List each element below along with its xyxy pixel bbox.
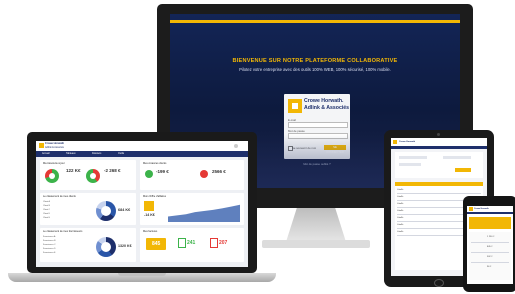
monitor-stand-neck [286, 208, 346, 242]
list-item: Client C [43, 209, 51, 211]
list-item: Fournisseur E [43, 252, 56, 254]
avatar[interactable] [234, 144, 238, 148]
card-title: Le classement de mes clients [43, 195, 76, 198]
table-header [395, 182, 483, 186]
tablet-home-button[interactable] [434, 279, 444, 287]
tablet-camera [437, 133, 440, 136]
trend-up-icon [145, 170, 153, 178]
tablet-header: Crowe Horwath [391, 138, 487, 146]
list-item: Client E [43, 217, 51, 219]
brand-name: Crowe Horwath [474, 207, 489, 210]
brand-subname: Adlink & Associés [304, 105, 350, 111]
receivables-value: -199 € [156, 169, 169, 174]
brand-logo-icon [39, 143, 44, 148]
list-item: Fournisseur A [43, 236, 56, 238]
monitor-stand-base [262, 240, 370, 248]
revenue-card[interactable]: Mon chiffre d'affaires -14 K€ [140, 193, 244, 225]
customers-card[interactable]: Le classement de mes clients Client A Cl… [40, 193, 136, 225]
laptop-dashboard-screen: Crowe Horwath Adlink & Associés Accueil … [36, 141, 248, 267]
brand-logo-icon [288, 99, 302, 113]
filter-field[interactable] [399, 163, 421, 166]
row-divider [471, 262, 509, 263]
phone-list: 1 250 € 845 € 302 € 96 € [469, 232, 511, 280]
list-item: Client B [43, 205, 51, 207]
treasury-variation: -2 268 € [104, 168, 121, 173]
donut-hole [101, 206, 111, 216]
invoice-count-1: 845 [152, 241, 161, 247]
treasury-value: 122 K€ [66, 168, 81, 173]
treasury-card[interactable]: Ma trésorerie à jour 122 K€ -2 268 € [40, 160, 136, 190]
row-divider [397, 193, 481, 194]
donut-hole [90, 173, 96, 179]
customers-total: 684 K€ [118, 208, 131, 212]
invoice-count-3: 207 [219, 240, 228, 246]
filter-apply-button[interactable] [455, 168, 471, 172]
table-row: Libellé [397, 196, 404, 198]
accent-top-bar [170, 20, 460, 23]
card-title: Mon chiffre d'affaires [143, 195, 167, 198]
donut-hole [49, 173, 55, 179]
row-divider [471, 242, 509, 243]
invoices-card[interactable]: Mes factures 845 241 207 [140, 228, 244, 262]
nav-item-tools[interactable]: Outils [118, 152, 124, 155]
table-row: Libellé [397, 224, 404, 226]
table-row: Libellé [397, 217, 404, 219]
revenue-icon [144, 201, 154, 211]
table-row: Libellé [397, 210, 404, 212]
list-item: Client D [43, 213, 51, 215]
email-field[interactable] [288, 122, 348, 128]
main-nav: Accueil Tableaux Dossiers Outils [36, 151, 248, 157]
revenue-area [168, 204, 240, 222]
receivables-late-value: 2566 € [212, 169, 226, 174]
card-title: Mes factures [143, 230, 158, 233]
list-value: 302 € [487, 256, 493, 258]
list-item: Fournisseur B [43, 240, 56, 242]
nav-item-home[interactable]: Accueil [42, 152, 50, 155]
nav-item-dashboards[interactable]: Tableaux [66, 152, 76, 155]
row-divider [471, 252, 509, 253]
document-check-icon [178, 238, 186, 248]
list-value: 1 250 € [487, 236, 495, 238]
laptop-opening-notch [118, 273, 166, 276]
list-value: 845 € [487, 246, 493, 248]
brand-name: Crowe Horwath [399, 140, 416, 143]
dashboard-header: Crowe Horwath Adlink & Associés [36, 141, 248, 151]
card-title: Mes créances clients [143, 162, 167, 165]
tablet-filter-panel [395, 152, 483, 178]
card-title: Le classement de mes fournisseurs [43, 230, 83, 233]
brand-logo-icon [469, 207, 473, 211]
document-alert-icon [210, 238, 218, 248]
nav-item-files[interactable]: Dossiers [92, 152, 101, 155]
revenue-area-chart [168, 204, 240, 222]
table-row: Libellé [397, 203, 404, 205]
revenue-value: -14 K€ [144, 213, 155, 217]
phone-screen: Crowe Horwath 1 250 € 845 € 302 € 96 € [467, 206, 513, 284]
list-item: Client A [43, 201, 50, 203]
table-row: Libellé [397, 231, 404, 233]
donut-hole [101, 242, 111, 252]
trend-down-icon [200, 170, 208, 178]
phone-highlight-banner [469, 217, 511, 229]
table-row: Libellé [397, 189, 404, 191]
receivables-card[interactable]: Mes créances clients -199 € 2566 € [140, 160, 244, 190]
list-item: Fournisseur D [43, 248, 56, 250]
brand-subname: Adlink & Associés [45, 145, 64, 149]
login-title: BIENVENUE SUR NOTRE PLATEFORME COLLABORA… [232, 58, 398, 64]
list-item: Fournisseur C [43, 244, 56, 246]
filter-field[interactable] [443, 156, 471, 159]
card-title: Ma trésorerie à jour [43, 162, 65, 165]
phone-nav [467, 212, 513, 214]
login-subtitle: Pilotez votre entreprise avec des outils… [239, 67, 391, 72]
suppliers-total: 1320 K€ [118, 244, 132, 248]
list-value: 96 € [487, 266, 492, 268]
brand-logo-icon [393, 140, 397, 144]
suppliers-card[interactable]: Le classement de mes fournisseurs Fourni… [40, 228, 136, 262]
filter-field[interactable] [399, 156, 427, 159]
tablet-nav [391, 146, 487, 149]
brand-name: Crowe Horwath. [304, 98, 344, 104]
invoice-count-2: 241 [187, 240, 196, 246]
